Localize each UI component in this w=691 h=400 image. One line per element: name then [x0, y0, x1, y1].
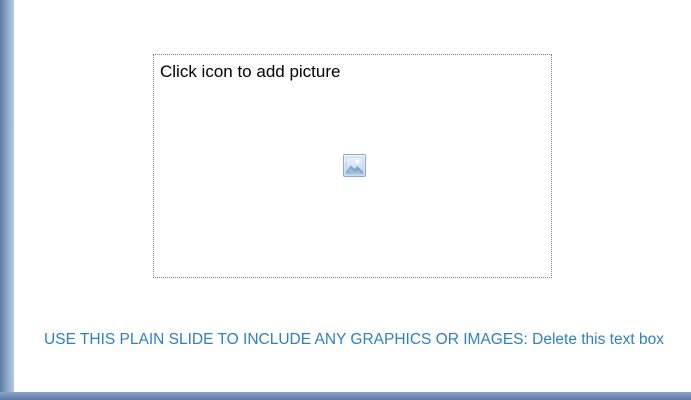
window-frame-bottom [0, 392, 691, 400]
picture-placeholder[interactable]: Click icon to add picture [153, 54, 552, 278]
picture-icon-graphic [343, 154, 366, 177]
insert-picture-icon[interactable] [342, 153, 367, 178]
window-frame-left [0, 0, 14, 400]
placeholder-prompt: Click icon to add picture [160, 62, 341, 81]
slide-canvas[interactable]: Click icon to add picture USE THIS PLAIN… [14, 0, 691, 392]
instruction-text-box[interactable]: USE THIS PLAIN SLIDE TO INCLUDE ANY GRAP… [44, 329, 664, 350]
